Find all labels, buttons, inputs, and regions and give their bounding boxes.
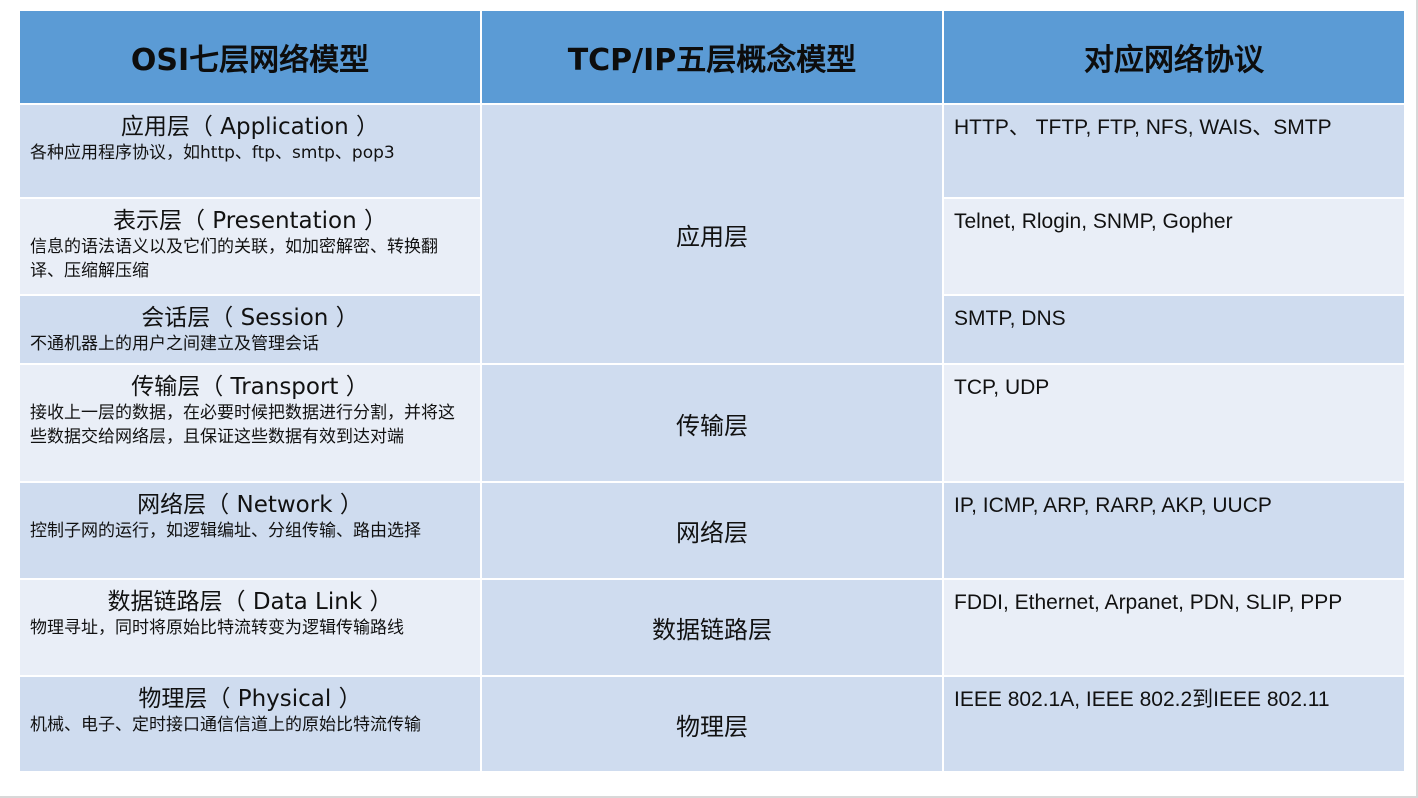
protocol-cell: Telnet, Rlogin, SNMP, Gopher xyxy=(942,197,1406,296)
osi-layer-cell: 会话层（ Session ） 不通机器上的用户之间建立及管理会话 xyxy=(18,294,482,365)
osi-layer-desc: 控制子网的运行，如逻辑编址、分组传输、路由选择 xyxy=(30,521,421,541)
osi-layer-title: 网络层（ Network ） xyxy=(137,492,363,518)
tcp-layer-physical: 物理层 xyxy=(480,675,944,773)
table-row: 数据链路层（ Data Link ） 物理寻址，同时将原始比特流转变为逻辑传输路… xyxy=(18,578,1406,677)
protocol-cell: IP, ICMP, ARP, RARP, AKP, UUCP xyxy=(942,481,1406,580)
tcp-layer-application: 应用层 xyxy=(480,103,944,365)
osi-layer-cell: 传输层（ Transport ） 接收上一层的数据，在必要时候把数据进行分割，并… xyxy=(18,363,482,483)
table-row: 传输层（ Transport ） 接收上一层的数据，在必要时候把数据进行分割，并… xyxy=(18,363,1406,483)
osi-layer-title: 物理层（ Physical ） xyxy=(138,686,362,712)
protocol-cell: SMTP, DNS xyxy=(942,294,1406,365)
osi-layer-title: 应用层（ Application ） xyxy=(120,114,380,140)
protocol-cell: IEEE 802.1A, IEEE 802.2到IEEE 802.11 xyxy=(942,675,1406,773)
osi-layer-cell: 网络层（ Network ） 控制子网的运行，如逻辑编址、分组传输、路由选择 xyxy=(18,481,482,580)
table-row: 物理层（ Physical ） 机械、电子、定时接口通信信道上的原始比特流传输 … xyxy=(18,675,1406,773)
osi-layer-title: 传输层（ Transport ） xyxy=(131,374,369,400)
protocol-cell: HTTP、 TFTP, FTP, NFS, WAIS、SMTP xyxy=(942,103,1406,199)
tcp-layer-datalink: 数据链路层 xyxy=(480,578,944,677)
osi-layer-title: 数据链路层（ Data Link ） xyxy=(107,589,393,615)
header-osi-model: OSI七层网络模型 xyxy=(18,9,482,105)
protocol-cell: FDDI, Ethernet, Arpanet, PDN, SLIP, PPP xyxy=(942,578,1406,677)
osi-layer-desc: 接收上一层的数据，在必要时候把数据进行分割，并将这些数据交给网络层，且保证这些数… xyxy=(30,403,455,447)
header-protocols: 对应网络协议 xyxy=(942,9,1406,105)
osi-layer-desc: 各种应用程序协议，如http、ftp、smtp、pop3 xyxy=(30,143,395,163)
table-row: 网络层（ Network ） 控制子网的运行，如逻辑编址、分组传输、路由选择 网… xyxy=(18,481,1406,580)
osi-layer-title: 会话层（ Session ） xyxy=(141,305,359,331)
table-header-row: OSI七层网络模型 TCP/IP五层概念模型 对应网络协议 xyxy=(18,9,1406,105)
osi-layer-desc: 物理寻址，同时将原始比特流转变为逻辑传输路线 xyxy=(30,618,404,638)
osi-tcpip-table: OSI七层网络模型 TCP/IP五层概念模型 对应网络协议 应用层（ Appli… xyxy=(18,9,1406,773)
osi-layer-cell: 应用层（ Application ） 各种应用程序协议，如http、ftp、sm… xyxy=(18,103,482,199)
osi-layer-desc: 信息的语法语义以及它们的关联，如加密解密、转换翻译、压缩解压缩 xyxy=(30,237,438,281)
osi-layer-cell: 数据链路层（ Data Link ） 物理寻址，同时将原始比特流转变为逻辑传输路… xyxy=(18,578,482,677)
osi-layer-cell: 物理层（ Physical ） 机械、电子、定时接口通信信道上的原始比特流传输 xyxy=(18,675,482,773)
tcp-layer-transport: 传输层 xyxy=(480,363,944,483)
osi-layer-desc: 不通机器上的用户之间建立及管理会话 xyxy=(30,334,319,354)
protocol-cell: TCP, UDP xyxy=(942,363,1406,483)
osi-layer-title: 表示层（ Presentation ） xyxy=(112,208,388,234)
tcp-layer-network: 网络层 xyxy=(480,481,944,580)
osi-layer-desc: 机械、电子、定时接口通信信道上的原始比特流传输 xyxy=(30,715,421,735)
osi-layer-cell: 表示层（ Presentation ） 信息的语法语义以及它们的关联，如加密解密… xyxy=(18,197,482,296)
header-tcpip-model: TCP/IP五层概念模型 xyxy=(480,9,944,105)
table-row: 应用层（ Application ） 各种应用程序协议，如http、ftp、sm… xyxy=(18,103,1406,365)
